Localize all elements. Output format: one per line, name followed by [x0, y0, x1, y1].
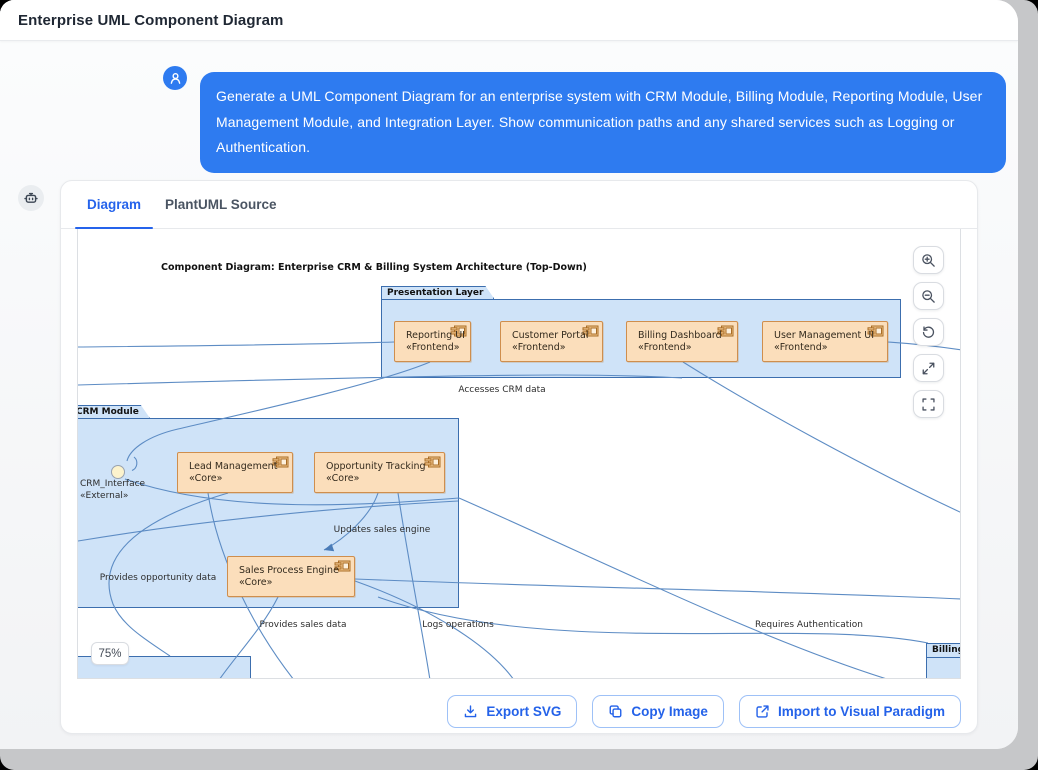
- download-icon: [463, 704, 478, 719]
- user-message-bubble: Generate a UML Component Diagram for an …: [200, 72, 1006, 173]
- user-icon: [168, 71, 183, 86]
- window-header: Enterprise UML Component Diagram: [0, 0, 1018, 41]
- edge-label-requires-authentication: Requires Authentication: [755, 620, 863, 630]
- component-opportunity-tracking: Opportunity Tracking«Core»: [314, 452, 445, 493]
- export-svg-button-label: Export SVG: [486, 704, 561, 719]
- edge-label-updates-sales-engine: Updates sales engine: [334, 525, 431, 535]
- page-title: Enterprise UML Component Diagram: [18, 0, 283, 41]
- component-stereotype: «Frontend»: [512, 342, 566, 353]
- fullscreen-button[interactable]: [913, 390, 944, 418]
- copy-icon: [608, 704, 623, 719]
- component-name: Sales Process Engine: [239, 565, 339, 576]
- tab-plantuml-source[interactable]: PlantUML Source: [153, 181, 289, 228]
- tab-diagram[interactable]: Diagram: [75, 181, 153, 228]
- diagram-panel: Diagram PlantUML Source Component Diagra…: [60, 180, 978, 734]
- diagram-viewport: Component Diagram: Enterprise CRM & Bill…: [77, 229, 961, 679]
- export-svg-button[interactable]: Export SVG: [447, 695, 577, 728]
- app-window: Enterprise UML Component Diagram Generat…: [0, 0, 1018, 749]
- copy-image-button-label: Copy Image: [631, 704, 708, 719]
- component-stereotype: «Frontend»: [774, 342, 828, 353]
- diagram-toolbar: Export SVG Copy Image Import to Visual Par…: [61, 695, 977, 728]
- zoom-controls: [913, 246, 944, 418]
- user-avatar: [163, 66, 187, 90]
- component-user-management-ui: User Management UI«Frontend»: [762, 321, 888, 362]
- diagram-title: Component Diagram: Enterprise CRM & Bill…: [161, 262, 587, 273]
- component-name: Billing Dashboard: [638, 330, 722, 341]
- package-label-billing: Billing: [926, 643, 961, 657]
- component-stereotype: «Frontend»: [638, 342, 692, 353]
- component-stereotype: «Core»: [189, 473, 222, 484]
- tab-bar: Diagram PlantUML Source: [61, 181, 977, 229]
- component-billing-dashboard: Billing Dashboard«Frontend»: [626, 321, 738, 362]
- component-name: Reporting UI: [406, 330, 465, 341]
- reset-view-button[interactable]: [913, 318, 944, 346]
- zoom-in-icon: [921, 253, 936, 268]
- robot-icon: [23, 190, 39, 206]
- zoom-in-button[interactable]: [913, 246, 944, 274]
- fit-icon: [921, 361, 936, 376]
- component-lead-management: Lead Management«Core»: [177, 452, 293, 493]
- content-area: Generate a UML Component Diagram for an …: [0, 41, 1018, 749]
- copy-image-button[interactable]: Copy Image: [592, 695, 724, 728]
- fit-view-button[interactable]: [913, 354, 944, 382]
- tab-diagram-label: Diagram: [87, 197, 141, 212]
- diagram-canvas[interactable]: Component Diagram: Enterprise CRM & Bill…: [78, 229, 960, 678]
- component-customer-portal: Customer Portal«Frontend»: [500, 321, 603, 362]
- screenshot-background: Enterprise UML Component Diagram Generat…: [0, 0, 1038, 770]
- tab-plantuml-source-label: PlantUML Source: [165, 197, 277, 212]
- zoom-out-button[interactable]: [913, 282, 944, 310]
- edge-label-logs-operations: Logs operations: [422, 620, 494, 630]
- component-stereotype: «Frontend»: [406, 342, 460, 353]
- component-stereotype: «Core»: [239, 577, 272, 588]
- edge-label-provides-opportunity-data: Provides opportunity data: [100, 573, 216, 583]
- reset-icon: [921, 325, 936, 340]
- external-link-icon: [755, 704, 770, 719]
- zoom-level-badge: 75%: [91, 642, 129, 665]
- fullscreen-icon: [921, 397, 936, 412]
- interface-stereotype-label: «External»: [80, 491, 128, 501]
- component-stereotype: «Core»: [326, 473, 359, 484]
- interface-name-label: CRM_Interface: [80, 479, 145, 489]
- component-icon: [424, 456, 441, 468]
- component-name: User Management UI: [774, 330, 874, 341]
- component-name: Opportunity Tracking: [326, 461, 426, 472]
- assistant-avatar: [18, 185, 44, 211]
- import-visual-paradigm-button-label: Import to Visual Paradigm: [778, 704, 945, 719]
- component-name: Customer Portal: [512, 330, 588, 341]
- interface-lollipop: [112, 466, 125, 479]
- component-sales-process-engine: Sales Process Engine«Core»: [227, 556, 355, 597]
- package-label-crm-module: CRM Module: [77, 405, 150, 418]
- edge-label-provides-sales-data: Provides sales data: [260, 620, 347, 630]
- package-label-presentation-layer: Presentation Layer: [381, 286, 494, 299]
- component-reporting-ui: Reporting UI«Frontend»: [394, 321, 471, 362]
- zoom-out-icon: [921, 289, 936, 304]
- import-visual-paradigm-button[interactable]: Import to Visual Paradigm: [739, 695, 961, 728]
- edge-label-accesses-crm-data: Accesses CRM data: [458, 385, 545, 395]
- component-name: Lead Management: [189, 461, 277, 472]
